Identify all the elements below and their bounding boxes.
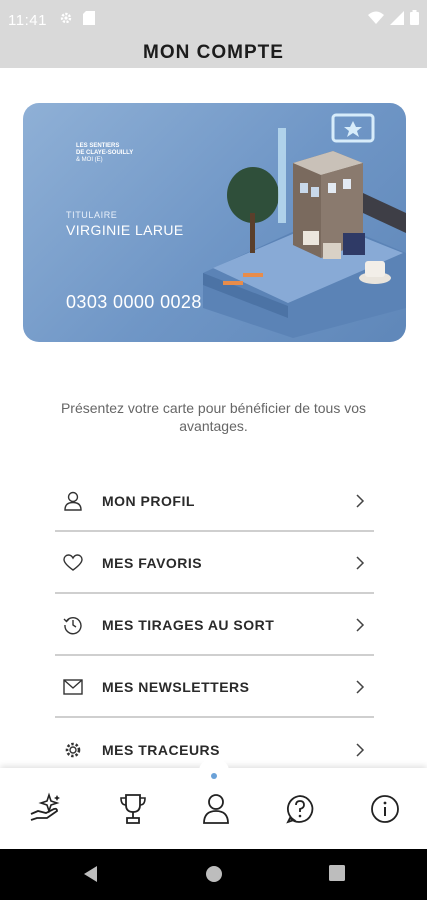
nav-trophy[interactable] — [115, 793, 151, 829]
card-holder-name: VIRGINIE LARUE — [66, 222, 184, 238]
sd-card-icon — [82, 10, 95, 30]
chevron-right-icon — [354, 618, 366, 632]
mail-icon — [62, 676, 84, 698]
menu-item-label: MES TRACEURS — [102, 742, 221, 758]
menu-item-label: MES TIRAGES AU SORT — [102, 617, 275, 633]
menu-item-profile[interactable]: MON PROFIL — [55, 472, 374, 532]
help-icon — [285, 794, 315, 829]
nav-help[interactable] — [282, 793, 318, 829]
nav-account[interactable] — [198, 793, 234, 829]
trophy-icon — [118, 793, 148, 830]
loyalty-card[interactable]: LES SENTIERS DE CLAYE-SOUILLY & MOI (E) … — [23, 103, 406, 342]
card-brand-logo: LES SENTIERS DE CLAYE-SOUILLY & MOI (E) — [76, 143, 134, 163]
nav-info[interactable] — [367, 793, 403, 829]
chevron-right-icon — [354, 556, 366, 570]
chevron-right-icon — [354, 494, 366, 508]
page-title: MON COMPTE — [143, 42, 284, 63]
account-icon — [202, 793, 230, 830]
menu-item-label: MES FAVORIS — [102, 555, 203, 571]
menu-item-label: MES NEWSLETTERS — [102, 679, 250, 695]
battery-icon — [410, 10, 419, 30]
android-nav-bar — [0, 849, 427, 900]
user-icon — [62, 490, 84, 512]
nav-offers[interactable] — [28, 791, 64, 831]
back-icon[interactable] — [82, 865, 100, 888]
recents-icon[interactable] — [329, 865, 345, 886]
status-bar: 11:41 — [0, 0, 427, 40]
info-icon — [370, 794, 400, 829]
gear-icon — [62, 739, 84, 761]
wifi-icon — [368, 11, 384, 30]
offers-icon — [29, 791, 63, 831]
menu-item-newsletters[interactable]: MES NEWSLETTERS — [55, 658, 374, 718]
heart-icon — [62, 552, 84, 574]
status-time: 11:41 — [8, 11, 47, 29]
home-icon[interactable] — [205, 865, 223, 888]
chevron-right-icon — [354, 680, 366, 694]
gear-icon — [59, 11, 73, 30]
active-indicator — [211, 773, 217, 779]
app-header: MON COMPTE — [0, 40, 427, 68]
history-icon — [62, 614, 84, 636]
signal-icon — [390, 10, 404, 30]
card-info-text: Présentez votre carte pour bénéficier de… — [60, 400, 367, 434]
menu-item-favorites[interactable]: MES FAVORIS — [55, 534, 374, 594]
chevron-right-icon — [354, 743, 366, 757]
menu-item-draws[interactable]: MES TIRAGES AU SORT — [55, 596, 374, 656]
menu-item-label: MON PROFIL — [102, 493, 195, 509]
card-illustration — [203, 113, 406, 338]
card-holder-label: TITULAIRE — [66, 210, 118, 220]
bottom-nav — [0, 759, 427, 849]
